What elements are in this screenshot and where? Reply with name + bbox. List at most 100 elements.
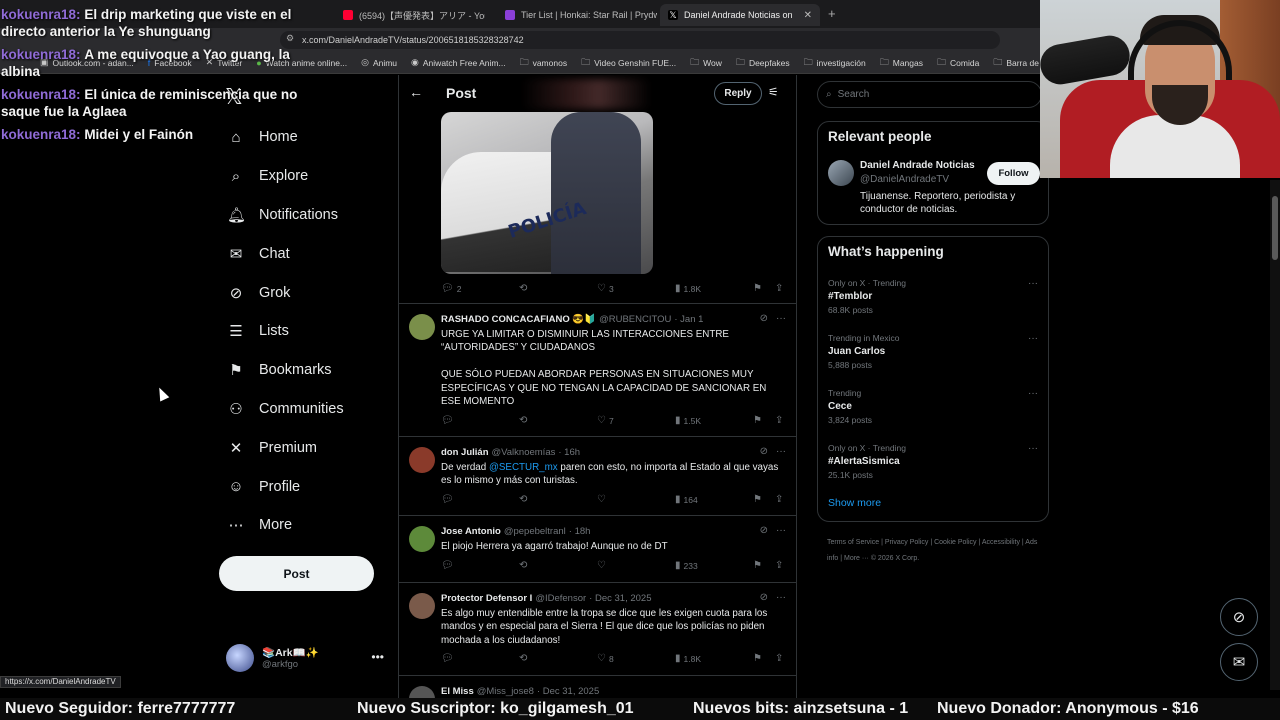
messages-fab-icon[interactable]: ✉ bbox=[1220, 643, 1258, 681]
repost-action[interactable]: ⟲ bbox=[519, 653, 527, 664]
reply-tweet[interactable]: Protector Defensor I @IDefensor · Dec 31… bbox=[399, 583, 796, 675]
bookmark-item[interactable]: 🗀︎ Mangas bbox=[880, 55, 923, 71]
views-action[interactable]: ▮ 164 bbox=[675, 494, 698, 505]
browser-tab-youtube[interactable]: (6594)【声優発表】アリア - YouTube bbox=[335, 4, 485, 26]
more-dots-icon[interactable]: ··· bbox=[1028, 443, 1038, 454]
repost-action[interactable]: ⟲ bbox=[519, 283, 530, 294]
more-dots-icon[interactable]: ••• bbox=[371, 650, 384, 664]
trend-item[interactable]: Trending Cece 3,824 posts ··· bbox=[828, 388, 1038, 425]
views-action[interactable]: ▮ 233 bbox=[675, 560, 698, 571]
reply-button[interactable]: Reply bbox=[714, 82, 762, 105]
nav-more[interactable]: ⋯ More bbox=[220, 506, 395, 545]
nav-grok[interactable]: ⊘ Grok bbox=[220, 273, 395, 312]
bookmark-item[interactable]: 🗀︎ Comida bbox=[937, 55, 979, 71]
grok-icon[interactable]: ⊘ bbox=[760, 592, 768, 603]
show-more-link[interactable]: Show more bbox=[828, 497, 881, 509]
nav-lists[interactable]: ☰ Lists bbox=[220, 312, 395, 351]
scroll-thumb[interactable] bbox=[1272, 196, 1278, 260]
share-action[interactable]: ⇪ bbox=[775, 283, 783, 294]
reply-tweet[interactable]: don Julián @Valknoemías · 16h ⊘ ··· De ve… bbox=[399, 437, 796, 515]
like-action[interactable]: ♡ 7 bbox=[597, 415, 614, 426]
views-action[interactable]: ▮ 1.5K bbox=[675, 415, 701, 426]
reply-tweet[interactable]: El Miss @Miss_jose8 · Dec 31, 2025 bbox=[399, 676, 796, 700]
follow-button[interactable]: Follow bbox=[987, 162, 1040, 185]
post-button[interactable]: Post bbox=[219, 556, 374, 591]
person-name[interactable]: Daniel Andrade Noticias bbox=[860, 160, 975, 171]
reply-action[interactable]: 💬︎ 2 bbox=[441, 283, 461, 294]
repost-action[interactable]: ⟲ bbox=[519, 415, 527, 426]
more-dots-icon[interactable]: ··· bbox=[776, 592, 786, 603]
share-action[interactable]: ⇪ bbox=[775, 653, 783, 664]
more-dots-icon[interactable]: ··· bbox=[1028, 278, 1038, 289]
account-switcher[interactable]: 📚Ark📖✨ @arkfgo ••• bbox=[226, 642, 386, 674]
bookmark-item[interactable]: ◉ Aniwatch Free Anim... bbox=[411, 57, 506, 68]
bookmark-action[interactable]: ⚑ bbox=[753, 415, 762, 426]
grok-icon[interactable]: ⊘ bbox=[760, 313, 768, 324]
like-action[interactable]: ♡ 8 bbox=[597, 653, 614, 664]
trend-item[interactable]: Only on X · Trending #Temblor 68.8K post… bbox=[828, 278, 1038, 315]
nav-profile[interactable]: ☺ Profile bbox=[220, 467, 395, 506]
grok-icon[interactable]: ⊘ bbox=[760, 525, 768, 536]
more-dots-icon[interactable]: ··· bbox=[776, 525, 786, 536]
page-scrollbar[interactable] bbox=[1270, 180, 1280, 690]
trend-item[interactable]: Only on X · Trending #AlertaSismica 25.1… bbox=[828, 443, 1038, 480]
nav-explore[interactable]: ⌕ Explore bbox=[220, 157, 395, 196]
bookmark-item[interactable]: ◎ Animu bbox=[361, 57, 397, 68]
bookmark-action[interactable]: ⚑ bbox=[753, 560, 762, 571]
bookmark-action[interactable]: ⚑ bbox=[753, 283, 762, 294]
sliders-icon[interactable]: ⚟ bbox=[768, 85, 779, 99]
browser-tab-prydwen[interactable]: Tier List | Honkai: Star Rail | Prydwen bbox=[497, 4, 657, 26]
bookmark-item[interactable]: 🗀︎ Wow bbox=[690, 55, 722, 71]
trend-item[interactable]: Trending in Mexico Juan Carlos 5,888 pos… bbox=[828, 333, 1038, 370]
reply-action[interactable]: 💬︎ bbox=[441, 560, 454, 571]
nav-bookmarks[interactable]: ⚑ Bookmarks bbox=[220, 351, 395, 390]
nav-chat[interactable]: ✉ Chat bbox=[220, 234, 395, 273]
like-action[interactable]: ♡ bbox=[597, 494, 606, 505]
reply-tweet[interactable]: RASHADO CONCACAFIANO 😎🔰 @RUBENCITOU · Ja… bbox=[399, 304, 796, 436]
avatar[interactable] bbox=[409, 593, 435, 619]
person-handle[interactable]: @DanielAndradeTV bbox=[860, 174, 949, 185]
nav-communities[interactable]: ⚇ Communities bbox=[220, 390, 395, 429]
nav-notifications[interactable]: 🔔︎ Notifications bbox=[220, 196, 395, 235]
grok-fab-icon[interactable]: ⊘ bbox=[1220, 598, 1258, 636]
more-dots-icon[interactable]: ··· bbox=[776, 313, 786, 324]
more-dots-icon[interactable]: ··· bbox=[1028, 333, 1038, 344]
url-field[interactable]: x.com/DanielAndradeTV/status/20065181853… bbox=[280, 31, 1000, 49]
share-action[interactable]: ⇪ bbox=[775, 560, 783, 571]
reply-tweet[interactable]: Jose Antonio @pepebeltranl · 18h ⊘ ··· El… bbox=[399, 516, 796, 582]
search-input[interactable]: ⌕ Search bbox=[817, 81, 1042, 108]
views-action[interactable]: ▮ 1.8K bbox=[675, 653, 701, 664]
avatar[interactable] bbox=[409, 314, 435, 340]
repost-action[interactable]: ⟲ bbox=[519, 494, 527, 505]
new-tab-icon[interactable]: + bbox=[828, 6, 836, 21]
avatar[interactable] bbox=[828, 160, 854, 186]
mention-link[interactable]: @SECTUR_mx bbox=[489, 462, 558, 473]
avatar[interactable] bbox=[409, 447, 435, 473]
like-action[interactable]: ♡ 3 bbox=[597, 283, 614, 294]
like-action[interactable]: ♡ bbox=[597, 560, 606, 571]
more-dots-icon[interactable]: ··· bbox=[776, 446, 786, 457]
reply-action[interactable]: 💬︎ bbox=[441, 494, 454, 505]
reply-action[interactable]: 💬︎ bbox=[441, 653, 454, 664]
views-action[interactable]: ▮ 1.8K bbox=[675, 283, 701, 294]
ticker-item: Nuevo Suscriptor: ko_gilgamesh_01 bbox=[357, 700, 634, 717]
bookmark-item[interactable]: 🗀︎ Deepfakes bbox=[736, 55, 790, 71]
bookmark-action[interactable]: ⚑ bbox=[753, 653, 762, 664]
nav-premium[interactable]: ✕ Premium bbox=[220, 428, 395, 467]
bookmark-item[interactable]: 🗀︎ Video Genshin FUE... bbox=[581, 55, 676, 71]
bookmark-action[interactable]: ⚑ bbox=[753, 494, 762, 505]
close-tab-icon[interactable]: ✕ bbox=[804, 10, 812, 21]
back-arrow-icon[interactable]: ← bbox=[409, 84, 423, 100]
footer-links[interactable]: Terms of Service | Privacy Policy | Cook… bbox=[827, 535, 1047, 567]
repost-action[interactable]: ⟲ bbox=[519, 560, 527, 571]
avatar[interactable] bbox=[409, 526, 435, 552]
share-action[interactable]: ⇪ bbox=[775, 415, 783, 426]
post-media-image[interactable]: POLICÍA bbox=[441, 112, 653, 274]
bookmark-item[interactable]: 🗀︎ investigación bbox=[804, 55, 866, 71]
browser-tab-x-active[interactable]: 𝕏 Daniel Andrade Noticias on X: " ✕ bbox=[660, 4, 820, 26]
bookmark-item[interactable]: 🗀︎ vamonos bbox=[520, 55, 568, 71]
reply-action[interactable]: 💬︎ bbox=[441, 415, 454, 426]
more-dots-icon[interactable]: ··· bbox=[1028, 388, 1038, 399]
grok-icon[interactable]: ⊘ bbox=[760, 446, 768, 457]
share-action[interactable]: ⇪ bbox=[775, 494, 783, 505]
